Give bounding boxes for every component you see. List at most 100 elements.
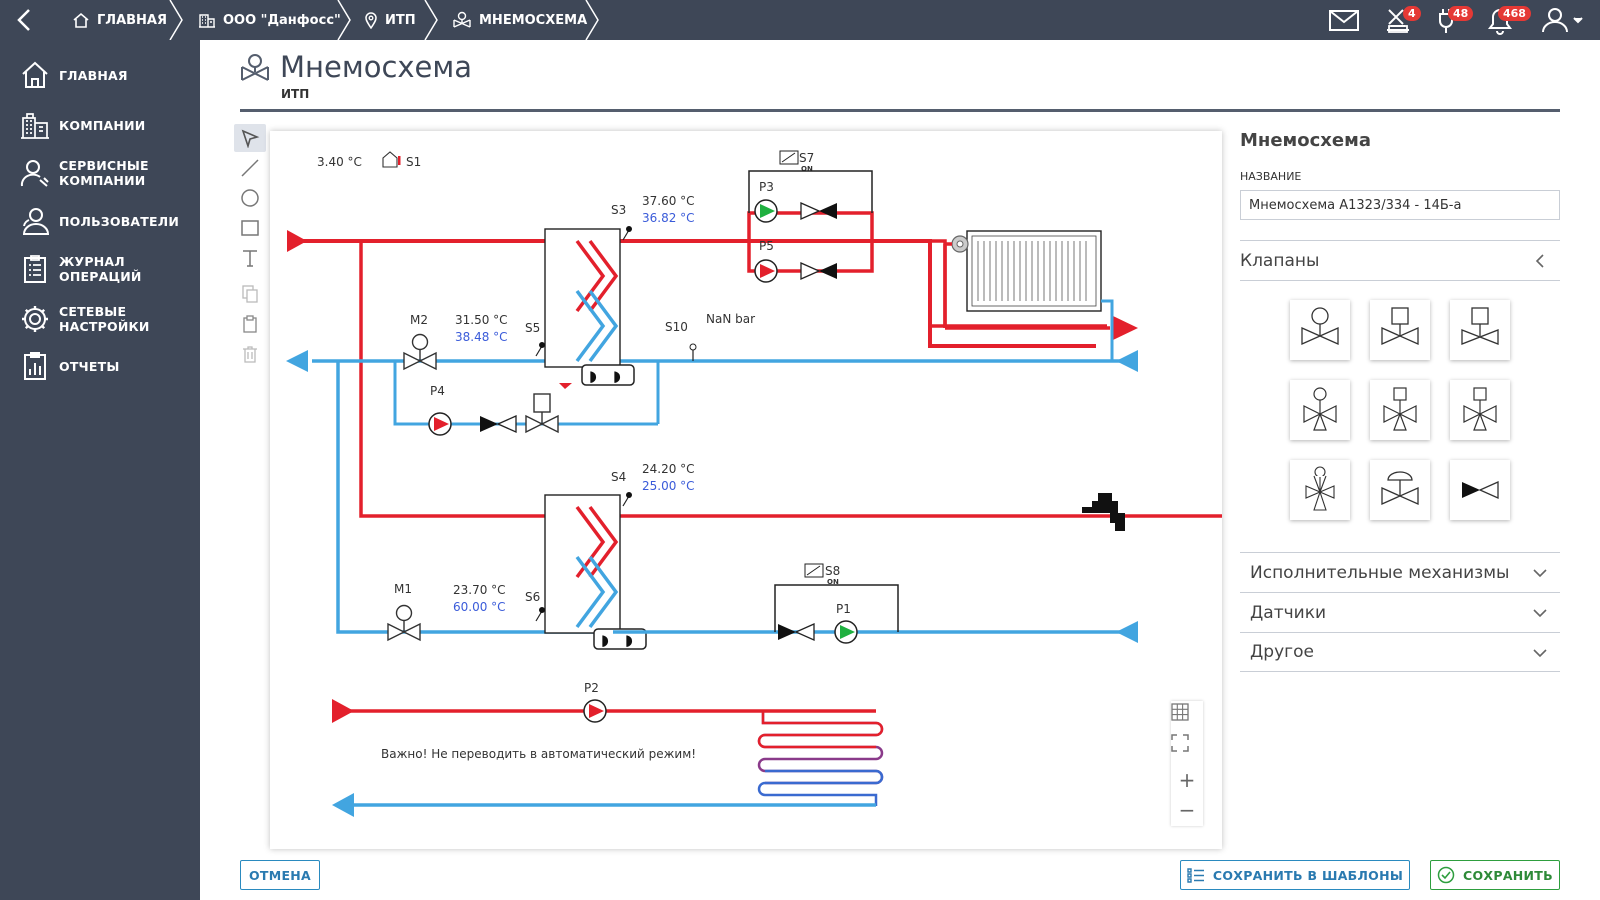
page-title: Мнемосхема <box>280 50 473 84</box>
gear-icon <box>22 306 48 332</box>
plug-button[interactable]: 48 <box>1432 4 1474 36</box>
sidebar-item-label: ЖУРНАЛ ОПЕРАЦИЙ <box>59 254 142 284</box>
sidebar-item-reports[interactable]: ОТЧЕТЫ <box>0 343 200 389</box>
user-icon <box>1542 8 1583 33</box>
mail-button[interactable] <box>1327 4 1361 36</box>
save-button[interactable]: СОХРАНИТЬ <box>1430 860 1560 890</box>
sidebar-item-service-companies[interactable]: СЕРВИСНЫЕ КОМПАНИИ <box>0 150 200 196</box>
scheme-drawing: ◗ ◗ ◗ ◗ S7 ON S8 ON 3.40 °C S1 S3 37.60 … <box>286 150 1222 817</box>
section-label: Другое <box>1250 642 1314 662</box>
section-valves[interactable]: Клапаны <box>1240 240 1560 280</box>
breadcrumb-label: ИТП <box>385 12 416 28</box>
valve-tile-square-actuator[interactable] <box>1370 300 1430 360</box>
valve-tile-three-way-square-2[interactable] <box>1450 380 1510 440</box>
panel-title: Мнемосхема <box>1240 130 1371 151</box>
paste-button[interactable] <box>234 310 266 338</box>
breadcrumb-label: ГЛАВНАЯ <box>97 12 168 28</box>
breadcrumb-label: МНЕМОСХЕМА <box>479 12 588 28</box>
square-valve-icon <box>1461 307 1499 345</box>
motor-valve-icon <box>1301 307 1339 346</box>
notifications-badge: 468 <box>1498 6 1531 21</box>
breadcrumb-mnemoscheme[interactable]: МНЕМОСХЕМА <box>452 0 587 40</box>
back-button[interactable] <box>0 0 48 40</box>
p5-label: P5 <box>759 239 774 253</box>
breadcrumb-separator <box>424 0 438 40</box>
service-user-icon <box>20 160 49 187</box>
valve-tile-three-way-square[interactable] <box>1370 380 1430 440</box>
section-other[interactable]: Другое <box>1240 632 1560 672</box>
header-divider <box>240 109 1560 112</box>
section-actuators[interactable]: Исполнительные механизмы <box>1240 552 1560 592</box>
s10-value: NaN bar <box>706 312 755 326</box>
faucet-icon <box>1082 493 1125 531</box>
select-arrow-icon <box>241 129 260 148</box>
rectangle-tool-button[interactable] <box>234 214 266 242</box>
grid-toggle-button[interactable] <box>1171 703 1203 733</box>
save-button-label: СОХРАНИТЬ <box>1463 867 1553 883</box>
report-chart-icon <box>24 352 46 380</box>
cancel-button[interactable]: ОТМЕНА <box>240 860 320 890</box>
sidebar-item-home[interactable]: ГЛАВНАЯ <box>0 52 200 98</box>
name-label: НАЗВАНИЕ <box>1240 170 1302 183</box>
check-circle-icon <box>1437 866 1455 884</box>
user-menu-button[interactable] <box>1540 4 1588 36</box>
name-input[interactable] <box>1240 190 1560 220</box>
chevron-left-icon <box>17 9 30 31</box>
valve-tile-check[interactable] <box>1450 460 1510 520</box>
s5-label: S5 <box>525 321 540 335</box>
zoom-in-button[interactable]: + <box>1171 765 1203 795</box>
p3-label: P3 <box>759 180 774 194</box>
s6-temp-1: 23.70 °C <box>453 583 506 597</box>
journal-icon <box>24 255 46 283</box>
section-divider <box>1240 280 1560 281</box>
three-way-valve-icon <box>1303 387 1337 431</box>
tools-badge: 4 <box>1403 6 1421 21</box>
rectangle-tool-icon <box>241 220 259 236</box>
section-label: Исполнительные механизмы <box>1250 562 1510 583</box>
sidebar-item-operations-journal[interactable]: ЖУРНАЛ ОПЕРАЦИЙ <box>0 246 200 292</box>
select-tool-button[interactable] <box>234 124 266 152</box>
canvas-note: Важно! Не переводить в автоматический ре… <box>381 747 696 761</box>
chevron-down-icon <box>1533 609 1547 618</box>
delete-button[interactable] <box>234 340 266 368</box>
valve-tile-three-way-round[interactable] <box>1290 380 1350 440</box>
line-tool-button[interactable] <box>234 154 266 182</box>
line-tool-icon <box>241 159 259 177</box>
home-icon <box>22 61 48 88</box>
sidebar-item-companies[interactable]: КОМПАНИИ <box>0 102 200 148</box>
sidebar-item-label: КОМПАНИИ <box>59 117 146 133</box>
mnemoscheme-canvas[interactable]: ◗ ◗ ◗ ◗ S7 ON S8 ON 3.40 °C S1 S3 37.60 … <box>270 131 1222 849</box>
save-template-button[interactable]: СОХРАНИТЬ В ШАБЛОНЫ <box>1180 860 1410 890</box>
circle-tool-button[interactable] <box>234 184 266 212</box>
valve-tile-four-way[interactable] <box>1290 460 1350 520</box>
breadcrumb-label: ООО "Данфосс" <box>223 12 341 28</box>
sidebar-item-label: ПОЛЬЗОВАТЕЛИ <box>59 213 180 229</box>
diaphragm-valve-icon <box>1381 471 1419 506</box>
breadcrumb-company[interactable]: ООО "Данфосс" <box>198 0 341 40</box>
sidebar-item-users[interactable]: ПОЛЬЗОВАТЕЛИ <box>0 198 200 244</box>
grid-icon <box>1171 703 1189 721</box>
breadcrumb-home[interactable]: ГЛАВНАЯ <box>72 0 167 40</box>
sidebar-item-network-settings[interactable]: СЕТЕВЫЕ НАСТРОЙКИ <box>0 296 200 342</box>
notifications-button[interactable]: 468 <box>1484 4 1531 36</box>
section-sensors[interactable]: Датчики <box>1240 592 1560 632</box>
valve-tile-motor-round[interactable] <box>1290 300 1350 360</box>
copy-button[interactable] <box>234 280 266 308</box>
s10-label: S10 <box>665 320 688 334</box>
mnemoscheme-icon <box>241 54 269 81</box>
s8-label: S8 <box>825 564 840 578</box>
s4-temp-1: 24.20 °C <box>642 462 695 476</box>
valve-tile-diaphragm[interactable] <box>1370 460 1430 520</box>
chevron-left-icon <box>1535 254 1544 268</box>
s6-temp-2: 60.00 °C <box>453 600 506 614</box>
breadcrumb-itp[interactable]: ИТП <box>364 0 416 40</box>
tools-button[interactable]: 4 <box>1383 4 1421 36</box>
fit-screen-button[interactable] <box>1171 734 1203 764</box>
valve-tile-square-actuator-2[interactable] <box>1450 300 1510 360</box>
s4-temp-2: 25.00 °C <box>642 479 695 493</box>
text-tool-button[interactable] <box>234 244 266 272</box>
svg-text:◗: ◗ <box>601 631 609 649</box>
chevron-down-icon <box>1533 569 1547 578</box>
three-way-valve-icon <box>1463 387 1497 431</box>
zoom-out-button[interactable]: − <box>1171 795 1203 825</box>
